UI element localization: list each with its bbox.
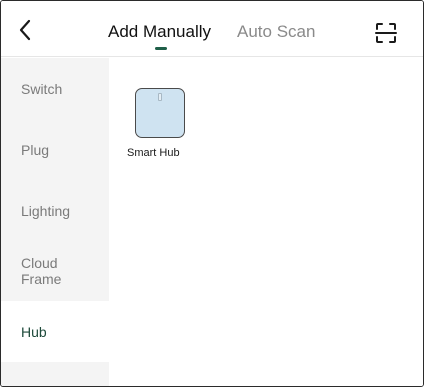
sidebar-item-lighting[interactable]: Lighting [1, 180, 109, 241]
device-label: Smart Hub [127, 147, 180, 159]
sidebar-item-label: Plug [21, 141, 50, 158]
chevron-left-icon [19, 19, 31, 41]
header-bar: Add Manually Auto Scan [1, 1, 423, 57]
sidebar-item-plug[interactable]: Plug [1, 119, 109, 180]
sidebar-item-label: Cloud Frame [21, 254, 62, 287]
tab-add-manually[interactable]: Add Manually [108, 21, 211, 43]
sidebar-item-switch[interactable]: Switch [1, 58, 109, 119]
category-sidebar: Switch Plug Lighting Cloud Frame Hub [1, 58, 109, 386]
active-tab-indicator [155, 47, 167, 50]
hub-led-indicator [158, 93, 162, 101]
scan-button[interactable] [375, 22, 397, 44]
back-button[interactable] [13, 17, 37, 43]
sidebar-item-hub[interactable]: Hub [1, 301, 109, 362]
add-device-screen: Add Manually Auto Scan Switch Plug Light… [0, 0, 424, 387]
sidebar-item-label: Hub [21, 323, 47, 340]
device-grid: Smart Hub [109, 58, 423, 386]
device-card-smart-hub[interactable]: Smart Hub [127, 86, 197, 166]
tab-auto-scan[interactable]: Auto Scan [237, 21, 315, 43]
sidebar-item-cloud-frame[interactable]: Cloud Frame [1, 241, 109, 300]
smart-hub-icon [135, 88, 185, 138]
sidebar-item-label: Switch [21, 80, 63, 97]
sidebar-item-label: Lighting [21, 202, 71, 219]
scan-frame-icon [375, 23, 397, 43]
